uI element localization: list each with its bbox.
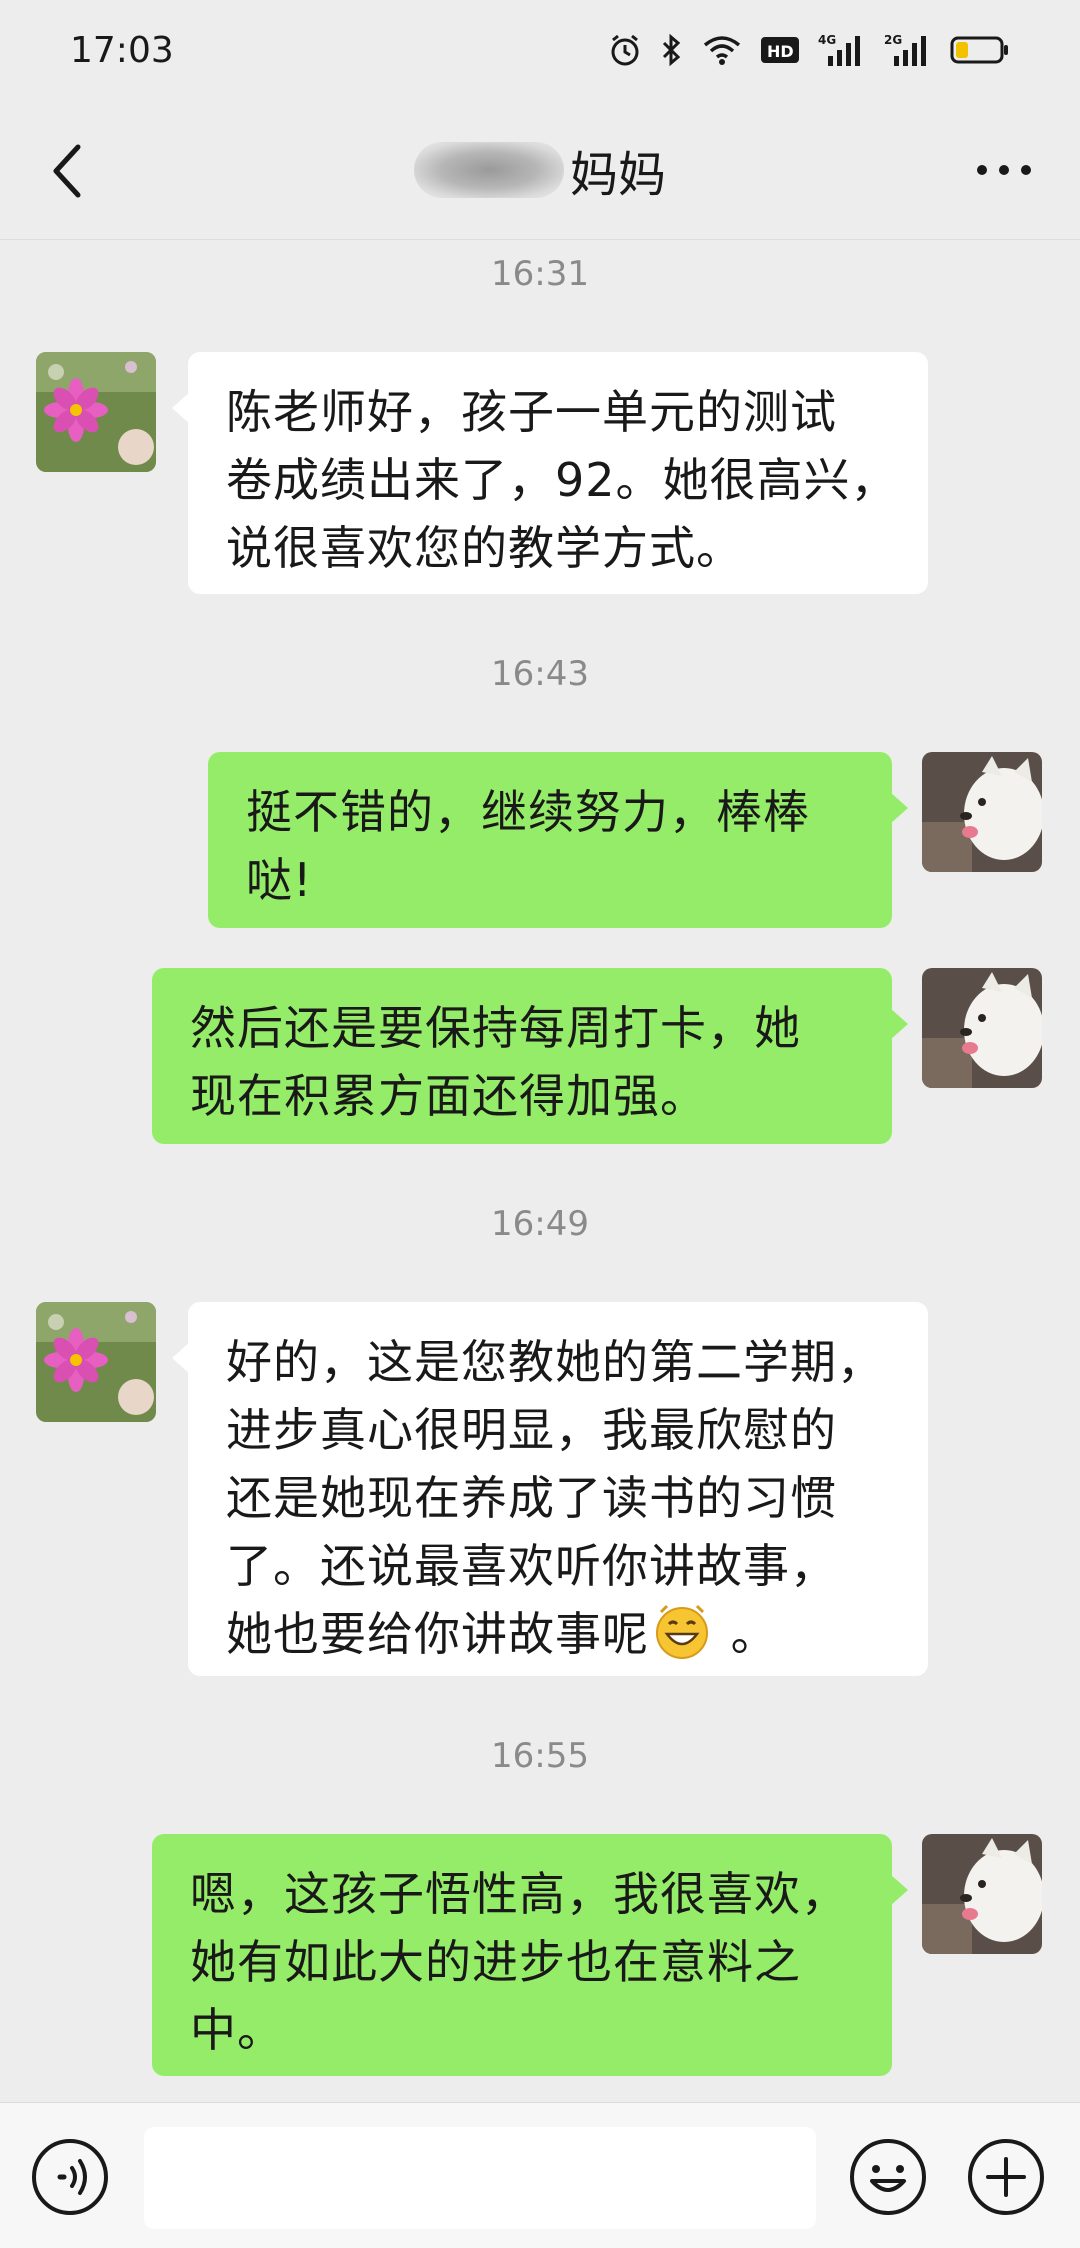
message-text-line: 现在积累方面还得加强。 (190, 1069, 707, 1123)
battery-icon (950, 35, 1010, 65)
message-text-fragment: 。 (715, 1607, 778, 1661)
message-text-line: 哒! (246, 853, 313, 907)
redacted-name (413, 141, 564, 198)
message-bubble-sent[interactable]: 挺不错的，继续努力，棒棒 哒! (208, 752, 908, 928)
self-avatar[interactable] (922, 968, 1042, 1088)
message-text-line-last: 她也要给你讲故事呢 。 (226, 1600, 890, 1668)
message-text-line: 卷成绩出来了，92。她很高兴， (226, 453, 898, 507)
dog-avatar-icon (922, 968, 1042, 1088)
message-text-line: 了。还说最喜欢听你讲故事， (226, 1539, 837, 1593)
message-text-line: 她有如此大的进步也在意料之 (190, 1935, 801, 1989)
message-text-line: 进步真心很明显，我最欣慰的 (226, 1403, 837, 1457)
dog-avatar-icon (922, 752, 1042, 872)
chat-title: 妈妈 (569, 146, 666, 203)
message-bubble-received[interactable]: 陈老师好，孩子一单元的测试 卷成绩出来了，92。她很高兴， 说很喜欢您的教学方式… (172, 352, 928, 594)
hd-icon: HD (760, 35, 800, 65)
flower-avatar-icon (36, 352, 156, 472)
chevron-left-icon (53, 144, 81, 198)
message-input[interactable] (144, 2127, 816, 2229)
alarm-icon (608, 33, 642, 67)
message-timestamp: 16:49 (491, 1204, 589, 1244)
svg-text:HD: HD (767, 42, 794, 61)
back-button[interactable] (36, 136, 96, 206)
status-icons: HD 4G 2G (608, 32, 1010, 68)
status-time: 17:03 (70, 29, 174, 71)
svg-text:2G: 2G (884, 33, 902, 47)
message-text-line: 然后还是要保持每周打卡，她 (190, 1001, 801, 1055)
message-text-line: 嗯，这孩子悟性高，我很喜欢， (190, 1867, 848, 1921)
self-avatar[interactable] (922, 1834, 1042, 1954)
contact-avatar[interactable] (36, 352, 156, 472)
message-text-line: 说很喜欢您的教学方式。 (226, 521, 743, 575)
message-bubble-sent[interactable]: 然后还是要保持每周打卡，她 现在积累方面还得加强。 (152, 968, 908, 1144)
dog-avatar-icon (922, 1834, 1042, 1954)
more-dots-icon (977, 165, 1031, 175)
message-text-line: 好的，这是您教她的第二学期， (226, 1335, 884, 1389)
message-text-line: 陈老师好，孩子一单元的测试 (226, 385, 837, 439)
message-bubble-sent[interactable]: 嗯，这孩子悟性高，我很喜欢， 她有如此大的进步也在意料之 中。 (152, 1834, 908, 2076)
chat-title-wrap: 妈妈 (413, 135, 666, 205)
emoji-button[interactable] (848, 2137, 928, 2217)
message-text-line: 挺不错的，继续努力，棒棒 (246, 785, 810, 839)
message-timestamp: 16:43 (491, 654, 589, 694)
signal-4g-icon: 4G (818, 32, 866, 68)
input-bar (0, 2102, 1080, 2248)
message-text-fragment: 她也要给你讲故事呢 (226, 1607, 649, 1661)
message-timestamp: 16:31 (491, 254, 589, 294)
message-bubble-received[interactable]: 好的，这是您教她的第二学期， 进步真心很明显，我最欣慰的 还是她现在养成了读书的… (172, 1302, 928, 1676)
wifi-icon (702, 34, 742, 66)
plus-button[interactable] (966, 2137, 1046, 2217)
signal-2g-icon: 2G (884, 32, 932, 68)
emoji-icon (850, 2139, 926, 2215)
plus-icon (968, 2139, 1044, 2215)
bluetooth-icon (660, 33, 684, 67)
more-button[interactable] (964, 140, 1044, 200)
grin-emoji-icon (653, 1602, 711, 1660)
status-bar: 17:03 HD 4G 2G (0, 0, 1080, 100)
self-avatar[interactable] (922, 752, 1042, 872)
chat-header: 妈妈 (0, 100, 1080, 240)
message-text-line: 中。 (190, 2003, 284, 2057)
contact-avatar[interactable] (36, 1302, 156, 1422)
svg-text:4G: 4G (818, 33, 836, 47)
flower-avatar-icon (36, 1302, 156, 1422)
message-timestamp: 16:55 (491, 1736, 589, 1776)
voice-button[interactable] (30, 2137, 110, 2217)
voice-icon (32, 2139, 108, 2215)
message-text-line: 还是她现在养成了读书的习惯 (226, 1471, 837, 1525)
